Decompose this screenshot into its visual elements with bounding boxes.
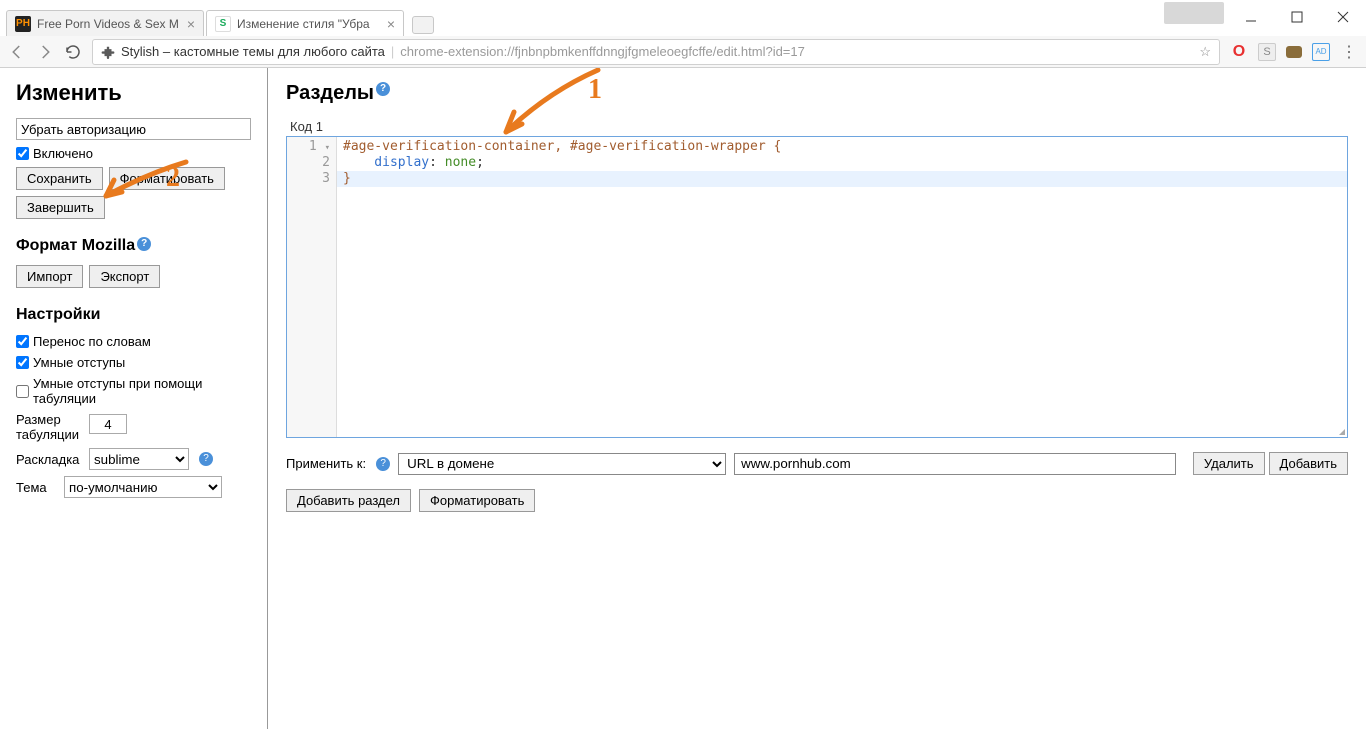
code-body[interactable]: #age-verification-container, #age-verifi… [337, 137, 1347, 437]
tabsize-label: Размер табуляции [16, 412, 81, 442]
address-bar[interactable]: Stylish – кастомные темы для любого сайт… [92, 39, 1220, 65]
finish-button[interactable]: Завершить [16, 196, 105, 219]
new-tab-button[interactable] [412, 16, 434, 34]
wordwrap-label[interactable]: Перенос по словам [16, 334, 251, 349]
main-content: Разделы? Код 1 1 ▾ 2 3 #age-verification… [268, 68, 1366, 729]
keymap-select[interactable]: sublime [89, 448, 189, 470]
close-icon[interactable]: × [387, 16, 395, 32]
style-name-input[interactable] [16, 118, 251, 140]
add-section-button[interactable]: Добавить раздел [286, 489, 411, 512]
theme-select[interactable]: по-умолчанию [64, 476, 222, 498]
applies-value-input[interactable] [734, 453, 1176, 475]
heading-sections: Разделы? [286, 82, 1348, 105]
help-icon[interactable]: ? [376, 82, 390, 96]
help-icon[interactable]: ? [376, 457, 390, 471]
enabled-checkbox-label[interactable]: Включено [16, 146, 251, 161]
delete-button[interactable]: Удалить [1193, 452, 1265, 475]
help-icon[interactable]: ? [137, 237, 151, 251]
heading-settings: Настройки [16, 306, 251, 324]
opera-icon[interactable]: O [1230, 43, 1248, 61]
omnibox-title: Stylish – кастомные темы для любого сайт… [121, 44, 385, 59]
tabsize-input[interactable] [89, 414, 127, 434]
theme-label: Тема [16, 480, 56, 495]
help-icon[interactable]: ? [199, 452, 213, 466]
save-button[interactable]: Сохранить [16, 167, 103, 190]
tab-title: Изменение стиля "Убра [237, 17, 370, 31]
import-button[interactable]: Импорт [16, 265, 83, 288]
line-gutter: 1 ▾ 2 3 [287, 137, 337, 437]
close-icon[interactable]: × [187, 16, 195, 32]
smart-tab-label[interactable]: Умные отступы при помощи табуляции [16, 376, 251, 406]
heading-mozilla: Формат Mozilla? [16, 237, 251, 255]
tab-strip: PH Free Porn Videos & Sex M × S Изменени… [0, 8, 1366, 36]
keymap-label: Раскладка [16, 452, 81, 467]
omnibox-url: chrome-extension://fjnbnpbmkenffdnngjfgm… [400, 44, 805, 59]
add-button[interactable]: Добавить [1269, 452, 1348, 475]
browser-toolbar: Stylish – кастомные темы для любого сайт… [0, 36, 1366, 68]
profile-indicator[interactable] [1164, 2, 1224, 24]
applies-to-row: Применить к: ? URL в домене Удалить Доба… [286, 452, 1348, 475]
code-section-label: Код 1 [290, 119, 1348, 134]
format-button[interactable]: Форматировать [109, 167, 225, 190]
stylish-ext-icon[interactable]: S [1258, 43, 1276, 61]
maximize-button[interactable] [1274, 2, 1320, 32]
chrome-menu-icon[interactable]: ⋮ [1340, 43, 1358, 61]
browser-tab-active[interactable]: S Изменение стиля "Убра × [206, 10, 404, 36]
ext-icon-3[interactable]: AD [1312, 43, 1330, 61]
favicon-stylish: S [215, 16, 231, 32]
export-button[interactable]: Экспорт [89, 265, 160, 288]
heading-edit: Изменить [16, 80, 251, 106]
forward-button[interactable] [36, 43, 54, 61]
applies-label: Применить к: [286, 456, 366, 471]
smart-indent-checkbox[interactable] [16, 356, 29, 369]
sidebar: Изменить Включено Сохранить Форматироват… [0, 68, 268, 729]
resize-handle[interactable] [1333, 423, 1345, 435]
back-button[interactable] [8, 43, 26, 61]
enabled-checkbox[interactable] [16, 147, 29, 160]
bookmark-star-icon[interactable]: ☆ [1199, 44, 1211, 60]
format-section-button[interactable]: Форматировать [419, 489, 535, 512]
close-window-button[interactable] [1320, 2, 1366, 32]
extension-icon [101, 45, 115, 59]
applies-type-select[interactable]: URL в домене [398, 453, 726, 475]
smart-indent-label[interactable]: Умные отступы [16, 355, 251, 370]
browser-tab[interactable]: PH Free Porn Videos & Sex M × [6, 10, 204, 36]
code-editor[interactable]: 1 ▾ 2 3 #age-verification-container, #ag… [286, 136, 1348, 438]
ext-icon-2[interactable] [1286, 46, 1302, 58]
smart-tab-checkbox[interactable] [16, 385, 29, 398]
reload-button[interactable] [64, 43, 82, 61]
tab-title: Free Porn Videos & Sex M [37, 17, 179, 31]
favicon-ph: PH [15, 16, 31, 32]
wordwrap-checkbox[interactable] [16, 335, 29, 348]
minimize-button[interactable] [1228, 2, 1274, 32]
